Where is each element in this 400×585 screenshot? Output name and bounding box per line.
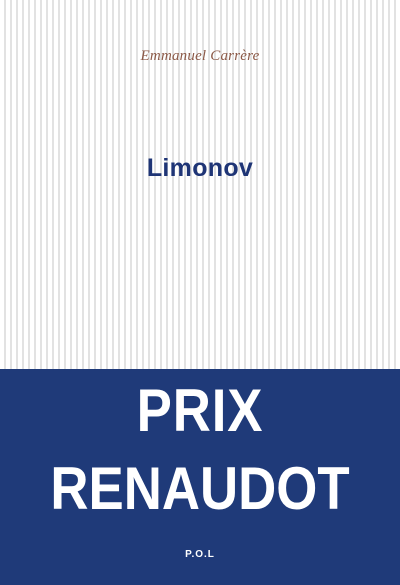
prize-line-1: PRIX: [136, 377, 264, 444]
prize-line-2: RENAUDOT: [50, 455, 350, 522]
book-title: Limonov: [146, 154, 254, 182]
author-name: Emmanuel Carrère: [140, 48, 260, 64]
book-cover: Emmanuel Carrère Limonov PRIX RENAUDOT P…: [0, 0, 400, 585]
publisher-logo: P.O.L: [185, 549, 215, 560]
